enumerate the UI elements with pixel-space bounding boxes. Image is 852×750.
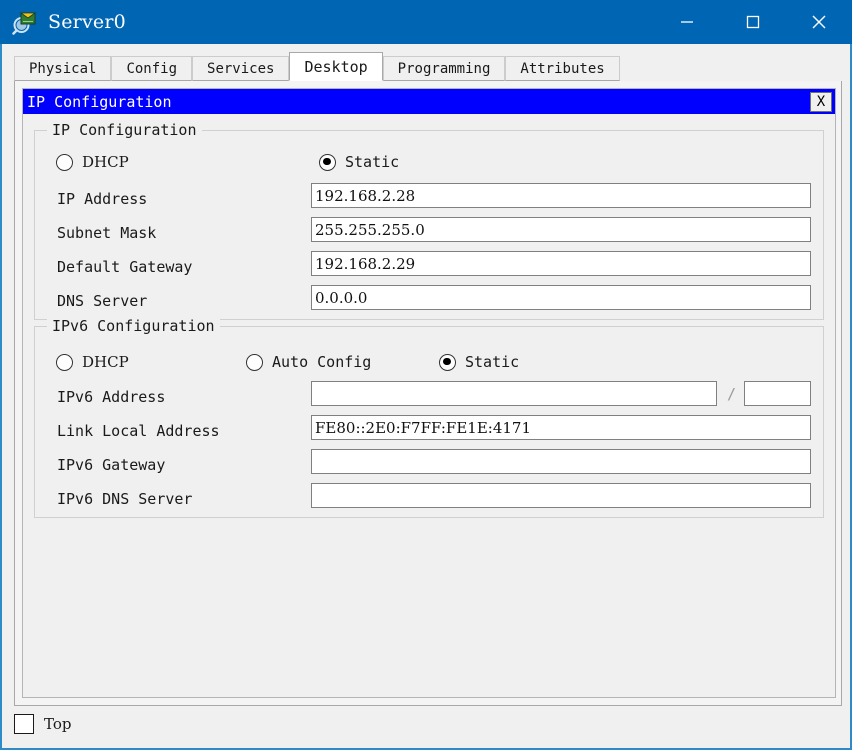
ipv6-configuration-group: IPv6 Configuration DHCP Auto Config Stat… bbox=[34, 317, 824, 518]
ipv4-dhcp-radio[interactable]: DHCP bbox=[56, 153, 129, 171]
subnet-mask-label: Subnet Mask bbox=[57, 224, 157, 242]
link-local-address-input[interactable]: FE80::2E0:F7FF:FE1E:4171 bbox=[311, 415, 811, 440]
subnet-mask-input[interactable]: 255.255.255.0 bbox=[311, 217, 811, 242]
tab-services[interactable]: Services bbox=[192, 56, 290, 81]
close-icon[interactable] bbox=[786, 0, 852, 44]
tab-label: Desktop bbox=[304, 57, 368, 76]
ipv6-static-label: Static bbox=[465, 353, 520, 371]
ip-address-input[interactable]: 192.168.2.28 bbox=[311, 183, 811, 208]
tab-config[interactable]: Config bbox=[111, 56, 193, 81]
tab-programming[interactable]: Programming bbox=[382, 56, 506, 81]
tab-label: Attributes bbox=[520, 60, 605, 77]
tab-label: Physical bbox=[29, 60, 97, 77]
tab-label: Programming bbox=[397, 60, 491, 77]
tab-attributes[interactable]: Attributes bbox=[505, 56, 620, 81]
dialog-title: IP Configuration bbox=[27, 92, 172, 111]
window-controls bbox=[654, 0, 852, 44]
ipv4-group-legend: IP Configuration bbox=[47, 121, 202, 139]
top-checkbox[interactable] bbox=[14, 714, 34, 734]
application-window: Server0 Physical Config Services Desktop… bbox=[0, 0, 852, 750]
tab-strip: Physical Config Services Desktop Program… bbox=[14, 52, 842, 82]
ipv4-configuration-group: IP Configuration DHCP Static IP Address bbox=[34, 121, 824, 320]
link-local-address-label: Link Local Address bbox=[57, 422, 220, 440]
top-checkbox-row[interactable]: Top bbox=[14, 714, 71, 734]
ipv6-address-input[interactable] bbox=[311, 381, 717, 406]
ipv4-static-label: Static bbox=[345, 153, 400, 171]
ipv6-gateway-input[interactable] bbox=[311, 449, 811, 474]
ipv6-auto-config-label: Auto Config bbox=[272, 353, 372, 371]
default-gateway-label: Default Gateway bbox=[57, 258, 193, 276]
dns-server-label: DNS Server bbox=[57, 292, 148, 310]
dns-server-input[interactable]: 0.0.0.0 bbox=[311, 285, 811, 310]
top-checkbox-label: Top bbox=[44, 715, 72, 733]
desktop-content-panel: IP Configuration X IP Configuration DHCP bbox=[14, 81, 842, 706]
ipv6-prefix-length-input[interactable] bbox=[744, 381, 811, 406]
ipv6-group-legend: IPv6 Configuration bbox=[47, 317, 220, 335]
ipv6-dhcp-radio[interactable]: DHCP bbox=[56, 353, 129, 371]
tab-desktop[interactable]: Desktop bbox=[289, 52, 383, 81]
radio-circle-icon bbox=[246, 353, 263, 371]
window-titlebar: Server0 bbox=[0, 0, 852, 44]
minimize-icon[interactable] bbox=[654, 0, 720, 44]
packet-tracer-server-icon bbox=[12, 9, 38, 35]
ipv6-address-label: IPv6 Address bbox=[57, 388, 166, 406]
radio-circle-icon bbox=[439, 353, 456, 371]
ipv6-prefix-separator: / bbox=[727, 385, 737, 403]
radio-circle-icon bbox=[319, 153, 336, 171]
ipv6-auto-config-radio[interactable]: Auto Config bbox=[246, 353, 371, 371]
radio-circle-icon bbox=[56, 353, 73, 371]
ipv6-gateway-label: IPv6 Gateway bbox=[57, 456, 166, 474]
window-client-area: Physical Config Services Desktop Program… bbox=[0, 44, 852, 750]
ipv6-dns-server-input[interactable] bbox=[311, 483, 811, 508]
ipv6-static-radio[interactable]: Static bbox=[439, 353, 519, 371]
tab-label: Config bbox=[126, 60, 178, 77]
dialog-body: IP Configuration DHCP Static IP Address bbox=[23, 114, 835, 697]
radio-circle-icon bbox=[56, 153, 73, 171]
ipv4-static-radio[interactable]: Static bbox=[319, 153, 399, 171]
dialog-close-button[interactable]: X bbox=[810, 91, 832, 112]
ipv4-dhcp-label: DHCP bbox=[82, 153, 129, 171]
dialog-titlebar: IP Configuration X bbox=[23, 89, 835, 114]
ip-address-label: IP Address bbox=[57, 190, 148, 208]
maximize-icon[interactable] bbox=[720, 0, 786, 44]
window-title: Server0 bbox=[48, 11, 126, 33]
ipv6-dhcp-label: DHCP bbox=[82, 353, 129, 371]
ipv6-dns-server-label: IPv6 DNS Server bbox=[57, 490, 193, 508]
tab-physical[interactable]: Physical bbox=[14, 56, 112, 81]
default-gateway-input[interactable]: 192.168.2.29 bbox=[311, 251, 811, 276]
ip-configuration-dialog: IP Configuration X IP Configuration DHCP bbox=[22, 88, 836, 698]
tab-label: Services bbox=[207, 60, 275, 77]
